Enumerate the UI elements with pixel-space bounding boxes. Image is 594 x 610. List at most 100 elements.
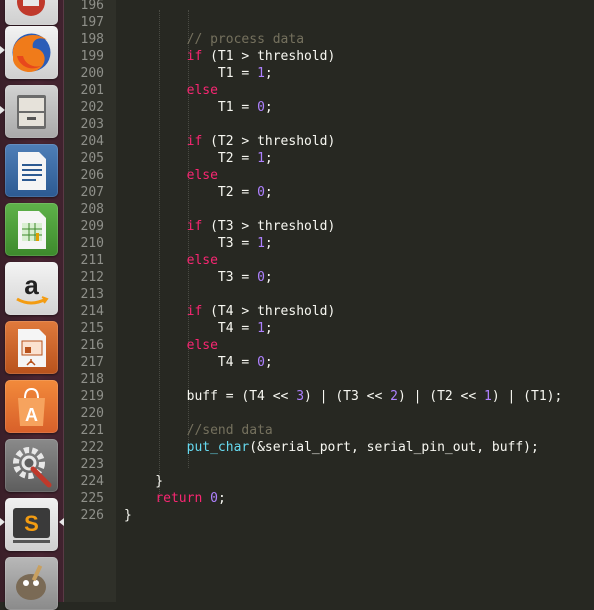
code-line[interactable]: 219 buff = (T4 << 3) | (T3 << 2) | (T2 <… [64,388,594,405]
code-token: //send data [186,423,273,438]
code-line[interactable]: 202 T1 = 0; [64,99,594,116]
line-number: 214 [80,304,104,319]
launcher-item-impress[interactable] [5,321,58,374]
system-settings-icon [13,447,52,488]
launcher-item-writer[interactable] [5,144,58,197]
code-line[interactable]: 197 [64,14,594,31]
line-code: else [124,252,218,269]
code-line[interactable]: 214 if (T4 > threshold) [64,303,594,320]
code-line[interactable]: 220 [64,405,594,422]
launcher-item-amazon[interactable]: a [5,262,58,315]
code-line[interactable]: 204 if (T2 > threshold) [64,133,594,150]
code-token: if [186,134,203,149]
launcher-item-settings[interactable] [5,439,58,492]
launcher-item-sublime[interactable]: S [5,498,58,551]
code-token: 1 [257,236,265,251]
code-token: 2 [390,389,398,404]
launcher-item-firefox[interactable] [5,26,58,79]
code-line[interactable]: 216 else [64,337,594,354]
line-number: 221 [80,423,104,438]
code-line[interactable]: 221 //send data [64,422,594,439]
line-number: 203 [80,117,104,132]
code-line[interactable]: 225 return 0; [64,490,594,507]
line-code: if (T4 > threshold) [124,303,336,320]
code-token: (T3 > threshold) [202,219,336,234]
code-line[interactable]: 218 [64,371,594,388]
code-line[interactable]: 203 [64,116,594,133]
line-code: if (T1 > threshold) [124,48,336,65]
code-line[interactable]: 209 if (T3 > threshold) [64,218,594,235]
line-number: 225 [80,491,104,506]
launcher-item-files[interactable] [5,85,58,138]
code-token: else [186,168,218,183]
line-number: 226 [80,508,104,523]
line-code: return 0; [124,490,225,507]
line-code: T4 = 1; [124,320,273,337]
line-code: T1 = 1; [124,65,273,82]
line-code: else [124,82,218,99]
code-token: 1 [257,151,265,166]
line-number: 219 [80,389,104,404]
line-number: 224 [80,474,104,489]
line-number: 196 [80,0,104,13]
code-token: (T4 > threshold) [202,304,336,319]
code-line[interactable]: 222 put_char(&serial_port, serial_pin_ou… [64,439,594,456]
line-number: 223 [80,457,104,472]
code-token: else [186,253,218,268]
launcher-item-calc[interactable] [5,203,58,256]
code-token: ; [264,66,273,81]
code-line[interactable]: 215 T4 = 1; [64,320,594,337]
launcher-item-system[interactable] [5,0,58,25]
launcher-item-gimp[interactable] [5,557,58,610]
code-token: T4 = [124,321,258,336]
code-line[interactable]: 211 else [64,252,594,269]
line-number: 200 [80,66,104,81]
line-number: 222 [80,440,104,455]
code-line[interactable]: 205 T2 = 1; [64,150,594,167]
code-line[interactable]: 210 T3 = 1; [64,235,594,252]
code-token: else [186,338,218,353]
code-token: 3 [296,389,305,404]
code-line[interactable]: 201 else [64,82,594,99]
code-token: if [186,219,203,234]
line-code: T1 = 0; [124,99,273,116]
code-line[interactable]: 196 [64,0,594,14]
code-token: ; [264,100,273,115]
line-number: 218 [80,372,104,387]
launcher-item-software[interactable]: A [5,380,58,433]
code-token: ; [264,270,273,285]
gimp-icon [16,564,46,600]
code-line[interactable]: 200 T1 = 1; [64,65,594,82]
code-line[interactable]: 198 // process data [64,31,594,48]
code-line[interactable]: 223 [64,456,594,473]
code-line[interactable]: 217 T4 = 0; [64,354,594,371]
code-token: T3 = [124,236,258,251]
code-token: T4 = [124,355,258,370]
code-line[interactable]: 212 T3 = 0; [64,269,594,286]
code-token: T3 = [124,270,258,285]
code-line[interactable]: 224 } [64,473,594,490]
line-number: 204 [80,134,104,149]
code-line[interactable]: 206 else [64,167,594,184]
code-line[interactable]: 199 if (T1 > threshold) [64,48,594,65]
code-line[interactable]: 207 T2 = 0; [64,184,594,201]
code-token: (T1 > threshold) [202,49,336,64]
code-token: T1 = [124,66,258,81]
line-code: if (T3 > threshold) [124,218,336,235]
code-line[interactable]: 226} [64,507,594,524]
code-editor[interactable]: 196 197 198 // process data 199 if (T1 > th… [64,0,594,602]
line-number: 212 [80,270,104,285]
code-line[interactable]: 213 [64,286,594,303]
code-token: ; [264,151,273,166]
code-token: if [186,304,203,319]
line-number: 211 [80,253,104,268]
code-token: (&serial_port, serial_pin_out, buff); [249,440,539,455]
line-code: buff = (T4 << 3) | (T3 << 2) | (T2 << 1)… [124,388,563,405]
code-line[interactable]: 208 [64,201,594,218]
